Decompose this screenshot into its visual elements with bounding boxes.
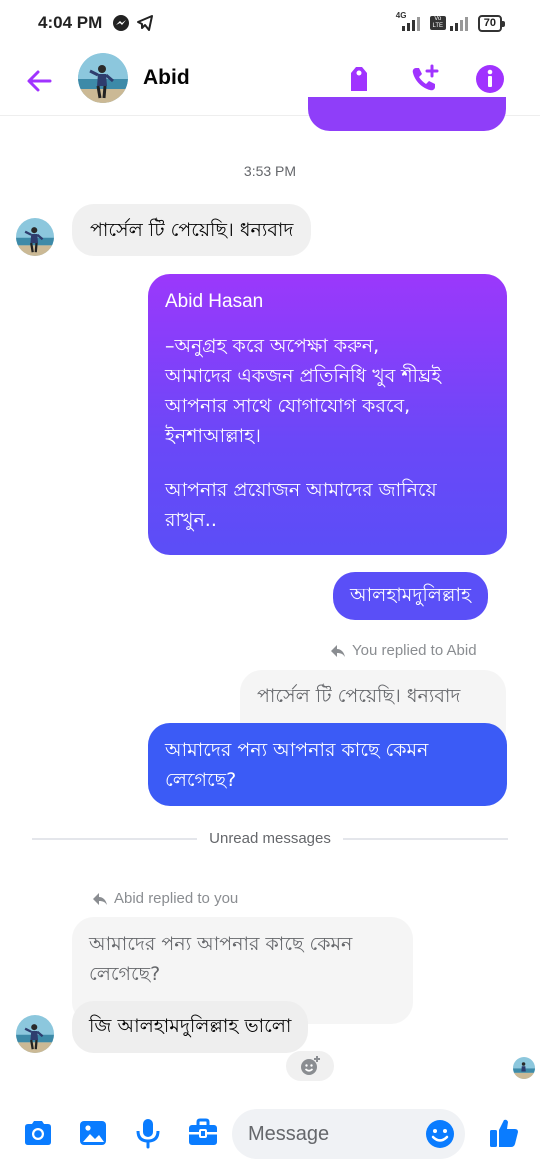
reply-icon [93,892,107,905]
signal-icon-2: Vo LTE [429,14,472,32]
status-notification-icons [112,14,154,32]
avatar-image [513,1057,535,1079]
quoted-line: আমাদের পন্য আপনার কাছে কেমন [89,933,353,955]
message-line: আমাদের পন্য আপনার কাছে কেমন [165,739,429,761]
composer-bar [0,1100,540,1170]
sender-avatar[interactable] [16,218,54,256]
emoji-icon[interactable] [424,1118,456,1150]
status-time: 4:04 PM [38,13,103,32]
read-receipt-avatar [513,1057,535,1079]
incoming-message[interactable]: জি আলহামদুলিল্লাহ ভালো [72,1001,309,1053]
camera-icon[interactable] [21,1116,55,1150]
briefcase-icon[interactable] [186,1116,220,1150]
quoted-line: লেগেছে? [89,963,161,985]
contact-name[interactable]: Abid [143,66,190,90]
sender-avatar[interactable] [16,1015,54,1053]
tag-icon[interactable] [342,62,376,96]
add-reaction-icon [301,1056,320,1075]
divider-line [32,837,198,840]
reply-indicator-text: You replied to Abid [352,642,477,659]
contact-avatar[interactable] [78,53,128,103]
arrow-left-icon[interactable] [22,64,56,98]
battery-indicator: 70 [477,14,506,32]
signal-icon-1: 4G [396,11,424,32]
message-text: জি আলহামদুলিল্লাহ ভালো [89,1015,292,1037]
mic-icon[interactable] [131,1116,165,1150]
message-line: –অনুগ্রহ করে অপেক্ষা করুন, [165,335,380,357]
message-line: আমাদের একজন প্রতিনিধি খুব শীঘ্রই [165,365,442,387]
message-line: ইনশাআল্লাহ। [165,425,261,447]
previous-outgoing-bubble[interactable] [308,97,506,131]
message-timestamp: 3:53 PM [243,163,297,179]
incoming-message[interactable]: পার্সেল টি পেয়েছি। ধন্যবাদ [72,204,312,256]
reply-icon [331,644,345,657]
unread-label: Unread messages [209,830,331,847]
message-line: আপনার প্রয়োজন আমাদের জানিয়ে [165,479,437,501]
message-line: Abid Hasan [165,291,264,312]
reply-indicator: Abid replied to you [92,890,238,907]
divider-line [342,837,509,840]
outgoing-message[interactable]: আমাদের পন্য আপনার কাছে কেমন লেগেছে? [148,723,507,806]
outgoing-message[interactable]: Abid Hasan –অনুগ্রহ করে অপেক্ষা করুন, আম… [148,274,507,555]
message-line: আপনার সাথে যোগাযোগ করবে, [165,395,411,417]
message-line: লেগেছে? [165,769,237,791]
avatar-image [16,1015,54,1053]
avatar-image [16,218,54,256]
reply-indicator-text: Abid replied to you [114,890,239,907]
message-line: রাখুন.. [165,509,217,531]
thumbs-up-icon[interactable] [487,1116,521,1150]
avatar-image [78,53,128,103]
message-text: আলহামদুলিল্লাহ [350,584,471,606]
telegram-icon [137,15,153,31]
message-text: পার্সেল টি পেয়েছি। ধন্যবাদ [90,219,294,241]
outgoing-message[interactable]: আলহামদুলিল্লাহ [333,572,488,620]
add-reaction-button[interactable] [286,1051,334,1081]
messenger-icon [113,15,129,31]
status-bar: 4:04 PM 4G Vo LTE 70 [0,0,540,48]
gallery-icon[interactable] [76,1116,110,1150]
quoted-text: পার্সেল টি পেয়েছি। ধন্যবাদ [257,685,461,707]
add-call-icon[interactable] [408,62,442,96]
info-icon[interactable] [473,62,507,96]
unread-divider: Unread messages [32,830,509,847]
status-system-icons: 4G Vo LTE 70 [396,11,506,32]
reply-indicator: You replied to Abid [330,642,477,659]
message-list[interactable]: 3:53 PM পার্সেল টি পেয়েছি। ধন্যবাদ Abid… [0,97,540,1097]
